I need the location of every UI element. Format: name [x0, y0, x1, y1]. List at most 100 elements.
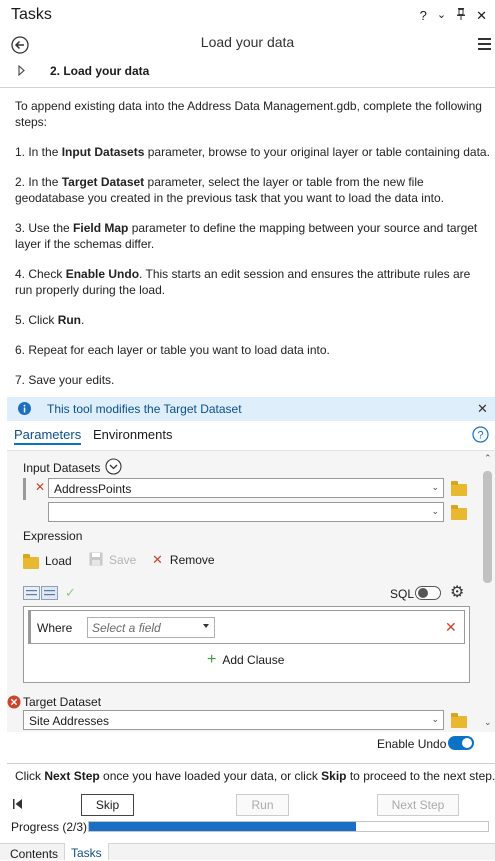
progress-bar: [88, 821, 489, 832]
add-clause-button[interactable]: + Add Clause: [207, 651, 285, 668]
progress-label: Progress (2/3): [11, 820, 88, 834]
progress-fill: [89, 822, 357, 831]
where-clause-box: Where Select a field ✕ + Add Clause: [23, 606, 470, 683]
instruction-text: 2. In the: [15, 175, 62, 189]
task-title: Load your data: [200, 34, 295, 50]
delete-clause-icon[interactable]: ✕: [445, 619, 457, 636]
instruction-text: .: [81, 313, 85, 327]
run-button[interactable]: Run: [236, 794, 289, 816]
save-label: Save: [109, 553, 137, 567]
footer-instruction-text: once you have loaded your data, or click: [99, 769, 322, 783]
instruction-text: parameter, browse to your original layer…: [144, 145, 490, 159]
instruction-text: Field Map: [73, 221, 129, 235]
field-select[interactable]: Select a field: [87, 617, 215, 638]
close-icon[interactable]: ✕: [476, 8, 487, 24]
input-dataset-field[interactable]: AddressPoints ⌄: [48, 478, 444, 498]
load-label: Load: [45, 554, 72, 568]
help-icon[interactable]: ?: [420, 8, 427, 24]
dropdown-icon[interactable]: ⌄: [437, 8, 446, 24]
target-dataset-label: Target Dataset: [23, 695, 102, 709]
instruction-paragraph: To append existing data into the Address…: [15, 98, 490, 130]
chevron-down-icon[interactable]: ⌄: [431, 482, 439, 493]
task-header: Load your data: [0, 32, 495, 58]
input-datasets-label: Input Datasets: [23, 461, 101, 475]
instruction-text: Enable Undo: [65, 267, 140, 281]
step-header[interactable]: 2. Load your data: [0, 58, 495, 88]
tab-contents[interactable]: Contents: [10, 847, 58, 861]
tab-parameters[interactable]: Parameters: [14, 427, 82, 445]
tab-environments[interactable]: Environments: [93, 427, 172, 442]
chevron-down-icon[interactable]: ⌄: [431, 714, 439, 725]
tab-tasks[interactable]: Tasks: [64, 843, 109, 860]
instruction-text: 3. Use the: [15, 221, 74, 235]
sql-label: SQL: [390, 587, 415, 601]
instruction-paragraph: 6. Repeat for each layer or table you wa…: [15, 342, 490, 358]
folder-icon[interactable]: [451, 713, 467, 728]
instruction-paragraph: 2. In the Target Dataset parameter, sele…: [15, 174, 490, 206]
enable-undo-toggle[interactable]: [448, 736, 474, 750]
target-dataset-value: Site Addresses: [29, 714, 110, 728]
sql-toggle[interactable]: [415, 586, 441, 600]
target-dataset-field[interactable]: Site Addresses ⌄: [23, 710, 444, 730]
step-label: 2. Load your data: [50, 64, 150, 78]
expand-icon[interactable]: [18, 64, 26, 79]
plus-icon: +: [207, 651, 217, 668]
skip-button[interactable]: Skip: [81, 794, 134, 816]
input-dataset-field-empty[interactable]: ⌄: [48, 502, 444, 522]
svg-text:?: ?: [477, 430, 483, 442]
info-icon: [18, 402, 31, 418]
parameters-panel: Input Datasets ✕ AddressPoints ⌄ ⌄ Expre…: [7, 450, 495, 732]
pane-title: Tasks: [11, 6, 52, 23]
load-button[interactable]: Load: [23, 553, 72, 569]
instruction-text: Run: [57, 313, 82, 327]
info-close-icon[interactable]: ✕: [477, 401, 488, 417]
chevron-down-icon[interactable]: ⌄: [431, 506, 439, 517]
help-circle-icon[interactable]: ?: [472, 426, 489, 446]
query-mode-icon[interactable]: [23, 586, 59, 603]
scroll-down-icon[interactable]: ⌄: [484, 717, 492, 728]
folder-icon: [23, 553, 39, 569]
scrollbar-thumb[interactable]: [483, 471, 492, 583]
folder-icon[interactable]: [451, 505, 467, 520]
footer-instruction-text: to proceed to the next step.: [346, 769, 495, 783]
enable-undo-label: Enable Undo: [377, 737, 447, 751]
add-clause-label: Add Clause: [222, 653, 285, 667]
remove-button[interactable]: ✕ Remove: [152, 552, 215, 568]
expression-label: Expression: [23, 529, 83, 543]
instruction-text: To append existing data into the Address…: [15, 99, 482, 129]
footer-instruction-text: Skip: [321, 769, 347, 783]
gear-icon[interactable]: ⚙: [450, 585, 464, 601]
folder-icon[interactable]: [451, 481, 467, 496]
remove-row-icon[interactable]: ✕: [35, 480, 45, 494]
where-label: Where: [37, 621, 73, 635]
instruction-text: 1. In the: [15, 145, 62, 159]
instruction-text: Input Datasets: [61, 145, 145, 159]
pin-icon[interactable]: [456, 8, 466, 24]
menu-icon[interactable]: [478, 38, 491, 53]
footer-instruction-text: Click: [15, 769, 45, 783]
clause-row: Where Select a field ✕: [28, 610, 465, 644]
footer-instruction-text: Next Step: [44, 769, 100, 783]
info-bar: This tool modifies the Target Dataset ✕: [7, 397, 495, 421]
input-dataset-value: AddressPoints: [54, 482, 132, 496]
footer-divider: [7, 763, 495, 764]
remove-label: Remove: [169, 553, 215, 567]
instruction-paragraph: 7. Save your edits.: [15, 372, 490, 388]
instruction-text: Target Dataset: [61, 175, 145, 189]
scroll-up-icon[interactable]: ⌃: [484, 453, 492, 464]
selected-row-marker: [23, 478, 26, 500]
instruction-paragraph: 4. Check Enable Undo. This starts an edi…: [15, 266, 490, 298]
next-step-button[interactable]: Next Step: [377, 794, 459, 816]
save-icon: [89, 552, 103, 569]
save-button[interactable]: Save: [89, 552, 136, 568]
scrollbar[interactable]: ⌃ ⌄: [481, 451, 495, 733]
error-icon: [7, 695, 21, 712]
instruction-text: 4. Check: [15, 267, 66, 281]
chevron-down-circle-icon[interactable]: [105, 458, 122, 478]
instruction-text: 6. Repeat for each layer or table you wa…: [15, 343, 330, 357]
skip-to-start-icon[interactable]: [13, 798, 23, 812]
instruction-paragraph: 1. In the Input Datasets parameter, brow…: [15, 144, 490, 160]
instruction-paragraph: 5. Click Run.: [15, 312, 490, 328]
dropdown-triangle-icon: [203, 624, 209, 628]
checkmark-icon: ✓: [65, 585, 76, 600]
